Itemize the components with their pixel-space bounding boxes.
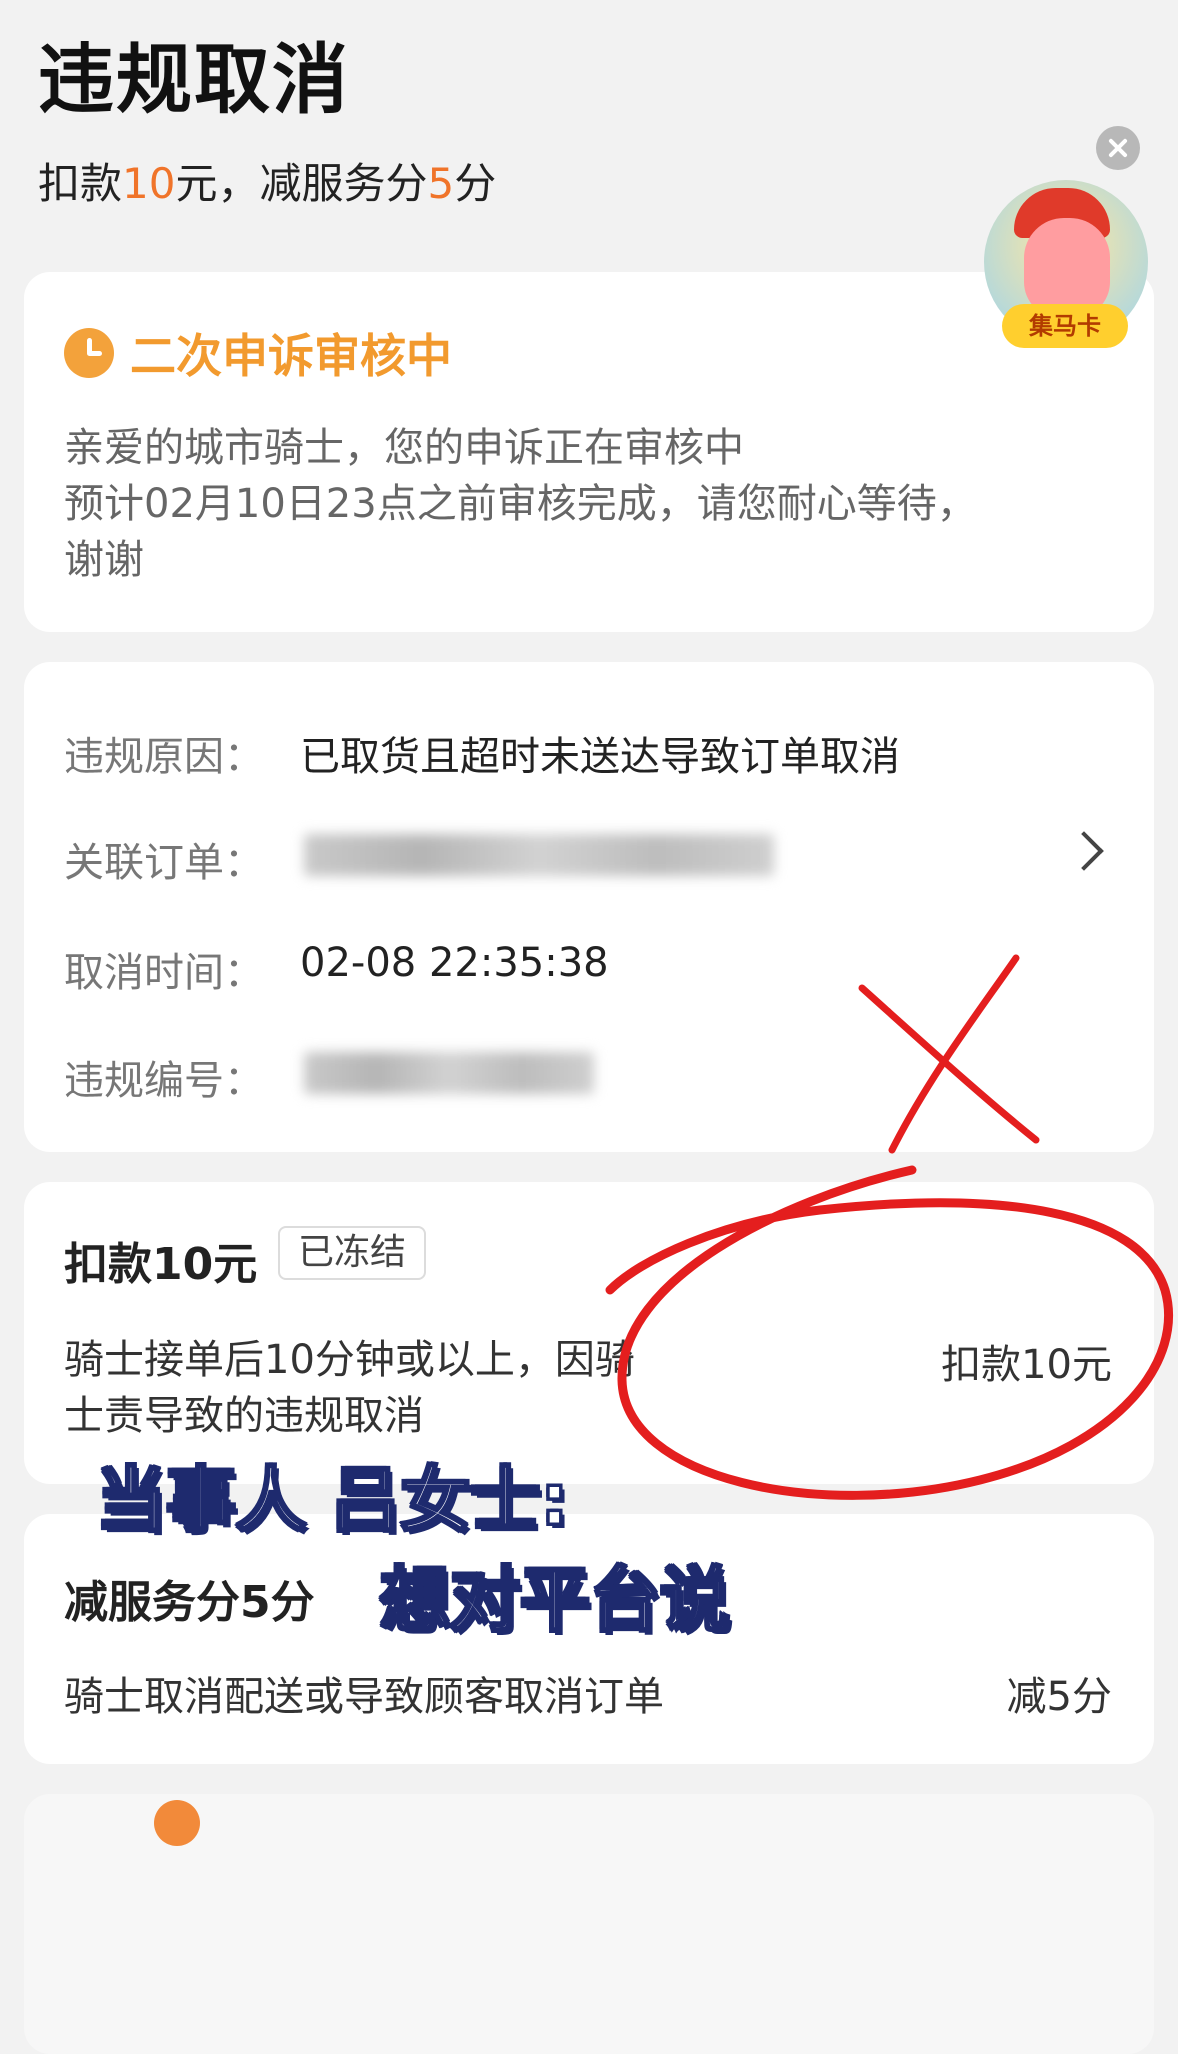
summary-suffix: 分 — [454, 159, 497, 208]
deduction-description: 骑士接单后10分钟或以上，因骑士责导致的违规取消 — [64, 1337, 635, 1439]
frozen-tag: 已冻结 — [278, 1226, 427, 1280]
cancel-time-label: 取消时间： — [64, 950, 264, 996]
order-label: 关联订单： — [64, 840, 264, 886]
mascot-icon — [1024, 218, 1110, 318]
video-caption-line1: 当事人 吕女士: — [94, 1458, 569, 1543]
penalty-summary: 扣款10元，减服务分5分 — [38, 150, 496, 211]
summary-score: 5 — [427, 159, 455, 208]
page-title: 违规取消 — [38, 35, 350, 124]
order-number-redacted[interactable] — [304, 834, 774, 876]
appeal-status-title: 二次申诉审核中 — [130, 329, 452, 383]
score-description: 骑士取消配送或导致顾客取消订单 — [64, 1674, 664, 1720]
cancel-time-value: 02-08 22:35:38 — [300, 940, 609, 986]
video-caption-line2: 想对平台说 — [379, 1558, 732, 1643]
clock-icon — [64, 328, 114, 378]
violation-info-card: 违规原因： 已取货且超时未送达导致订单取消 关联订单： 取消时间： 02-08 … — [24, 662, 1154, 1152]
deduction-card: 扣款10元 已冻结 骑士接单后10分钟或以上，因骑士责导致的违规取消 扣款10元 — [24, 1182, 1154, 1484]
violation-number-label: 违规编号： — [64, 1058, 264, 1104]
close-icon[interactable] — [1096, 126, 1140, 170]
deduction-title: 扣款10元 — [64, 1239, 258, 1290]
score-amount: 减5分 — [1006, 1674, 1112, 1720]
appeal-status-message: 亲爱的城市骑士，您的申诉正在审核中 预计02月10日23点之前审核完成，请您耐心… — [64, 420, 1124, 588]
violation-number-redacted — [304, 1052, 594, 1094]
message-line: 谢谢 — [64, 537, 144, 583]
collect-card-badge[interactable]: 集马卡 — [984, 180, 1148, 348]
orange-dot-icon — [154, 1800, 200, 1846]
message-line: 亲爱的城市骑士，您的申诉正在审核中 — [64, 425, 744, 471]
summary-prefix: 扣款 — [38, 159, 123, 208]
appeal-status-card[interactable]: 二次申诉审核中 亲爱的城市骑士，您的申诉正在审核中 预计02月10日23点之前审… — [24, 272, 1154, 632]
message-line: 预计02月10日23点之前审核完成，请您耐心等待， — [64, 481, 977, 527]
summary-mid: 元，减服务分 — [175, 159, 428, 208]
reason-label: 违规原因： — [64, 734, 264, 780]
summary-amount: 10 — [122, 159, 176, 208]
reason-value: 已取货且超时未送达导致订单取消 — [300, 734, 900, 780]
deduction-amount: 扣款10元 — [941, 1342, 1112, 1388]
score-title: 减服务分5分 — [64, 1577, 315, 1628]
chevron-right-icon[interactable] — [1064, 831, 1104, 871]
badge-label[interactable]: 集马卡 — [1002, 304, 1128, 348]
